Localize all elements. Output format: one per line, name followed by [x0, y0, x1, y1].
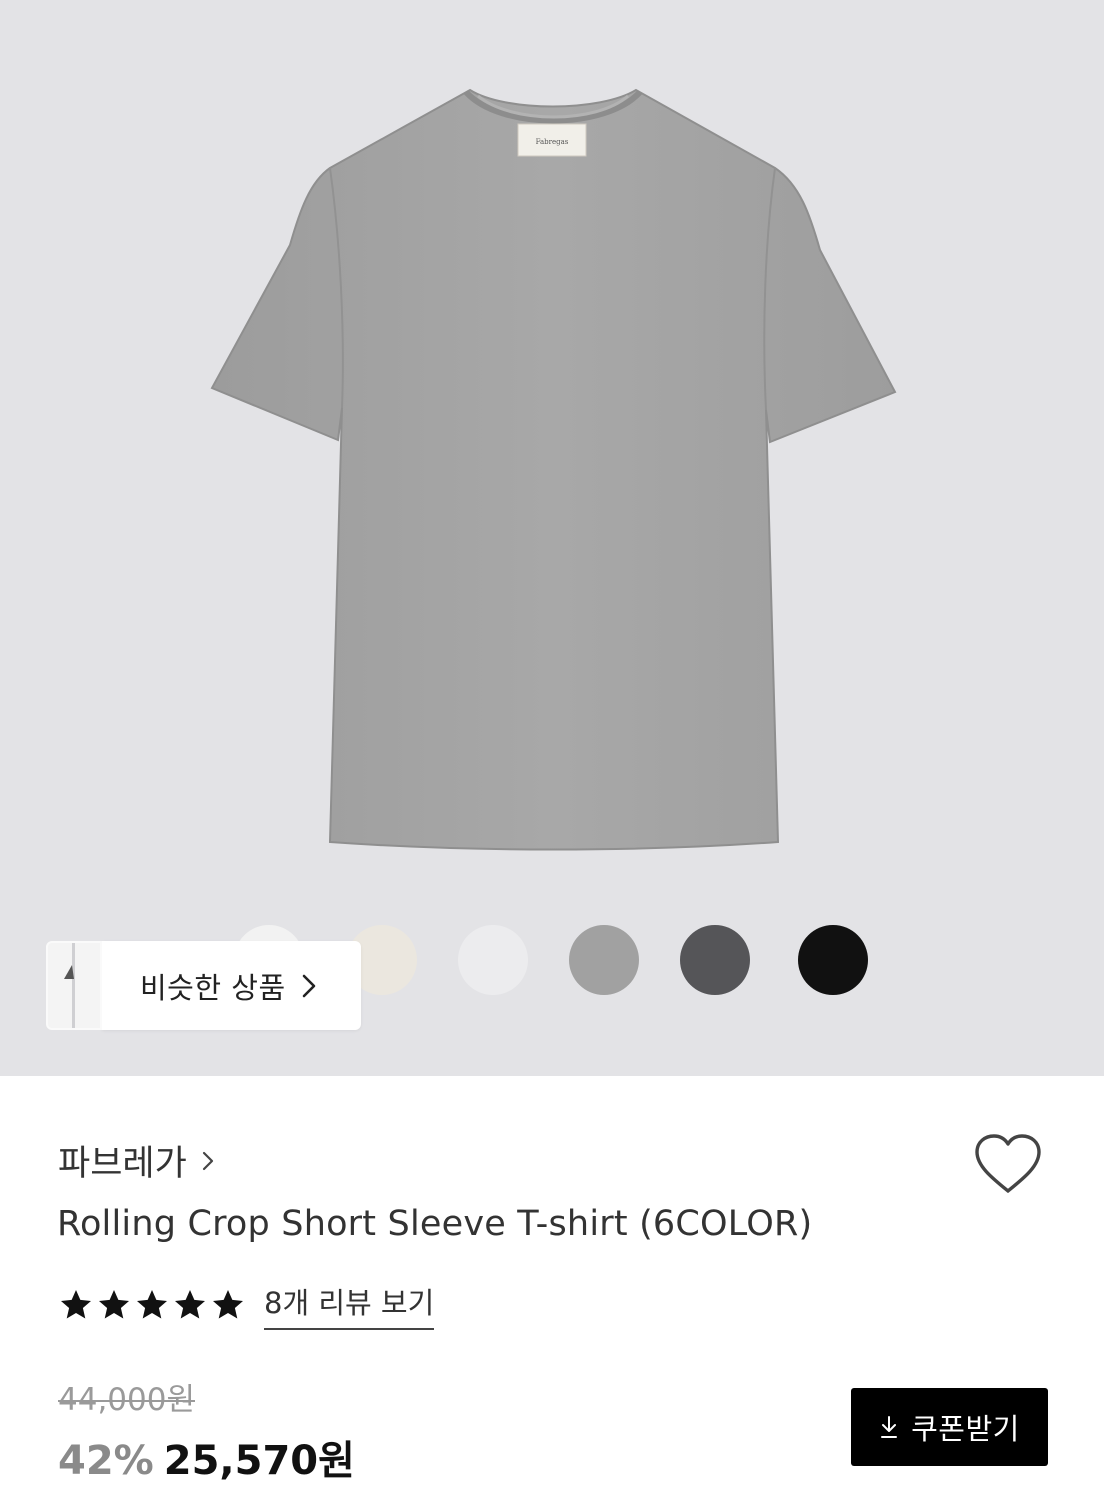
rating-row: 8개 리뷰 보기	[58, 1280, 435, 1330]
similar-products-label: 비슷한 상품	[140, 970, 286, 1005]
chevron-right-icon	[302, 974, 315, 997]
similar-products-button[interactable]: 비슷한 상품	[46, 941, 361, 1030]
brand-link[interactable]: 파브레가	[58, 1135, 215, 1186]
swatch-charcoal[interactable]	[680, 925, 750, 995]
star-rating	[58, 1287, 246, 1323]
swatch-light-gray[interactable]	[458, 925, 528, 995]
coupon-button[interactable]: 쿠폰받기	[851, 1388, 1048, 1466]
download-icon	[881, 1416, 898, 1438]
sale-price: 25,570원	[163, 1438, 355, 1484]
star-icon	[213, 1290, 243, 1319]
chevron-right-icon	[202, 1151, 213, 1170]
brand-name: 파브레가	[58, 1144, 187, 1184]
discount-rate: 42%	[58, 1438, 154, 1484]
price-row: 42% 25,570원	[58, 1428, 355, 1486]
swatch-black[interactable]	[798, 925, 868, 995]
similar-thumbnail	[46, 941, 102, 1030]
star-icon	[137, 1290, 167, 1319]
original-price: 44,000원	[58, 1382, 195, 1418]
swatch-melange-gray[interactable]	[569, 925, 639, 995]
color-swatch-list	[0, 0, 1104, 1076]
star-icon	[61, 1290, 91, 1319]
star-icon	[99, 1290, 129, 1319]
star-icon	[175, 1290, 205, 1319]
review-link[interactable]: 8개 리뷰 보기	[264, 1280, 435, 1330]
coupon-label: 쿠폰받기	[911, 1412, 1020, 1446]
heart-icon[interactable]	[972, 1132, 1044, 1196]
product-title: Rolling Crop Short Sleeve T-shirt (6COLO…	[57, 1204, 813, 1244]
product-image-area: Fabregas 비슷한 상품	[0, 0, 1104, 1076]
